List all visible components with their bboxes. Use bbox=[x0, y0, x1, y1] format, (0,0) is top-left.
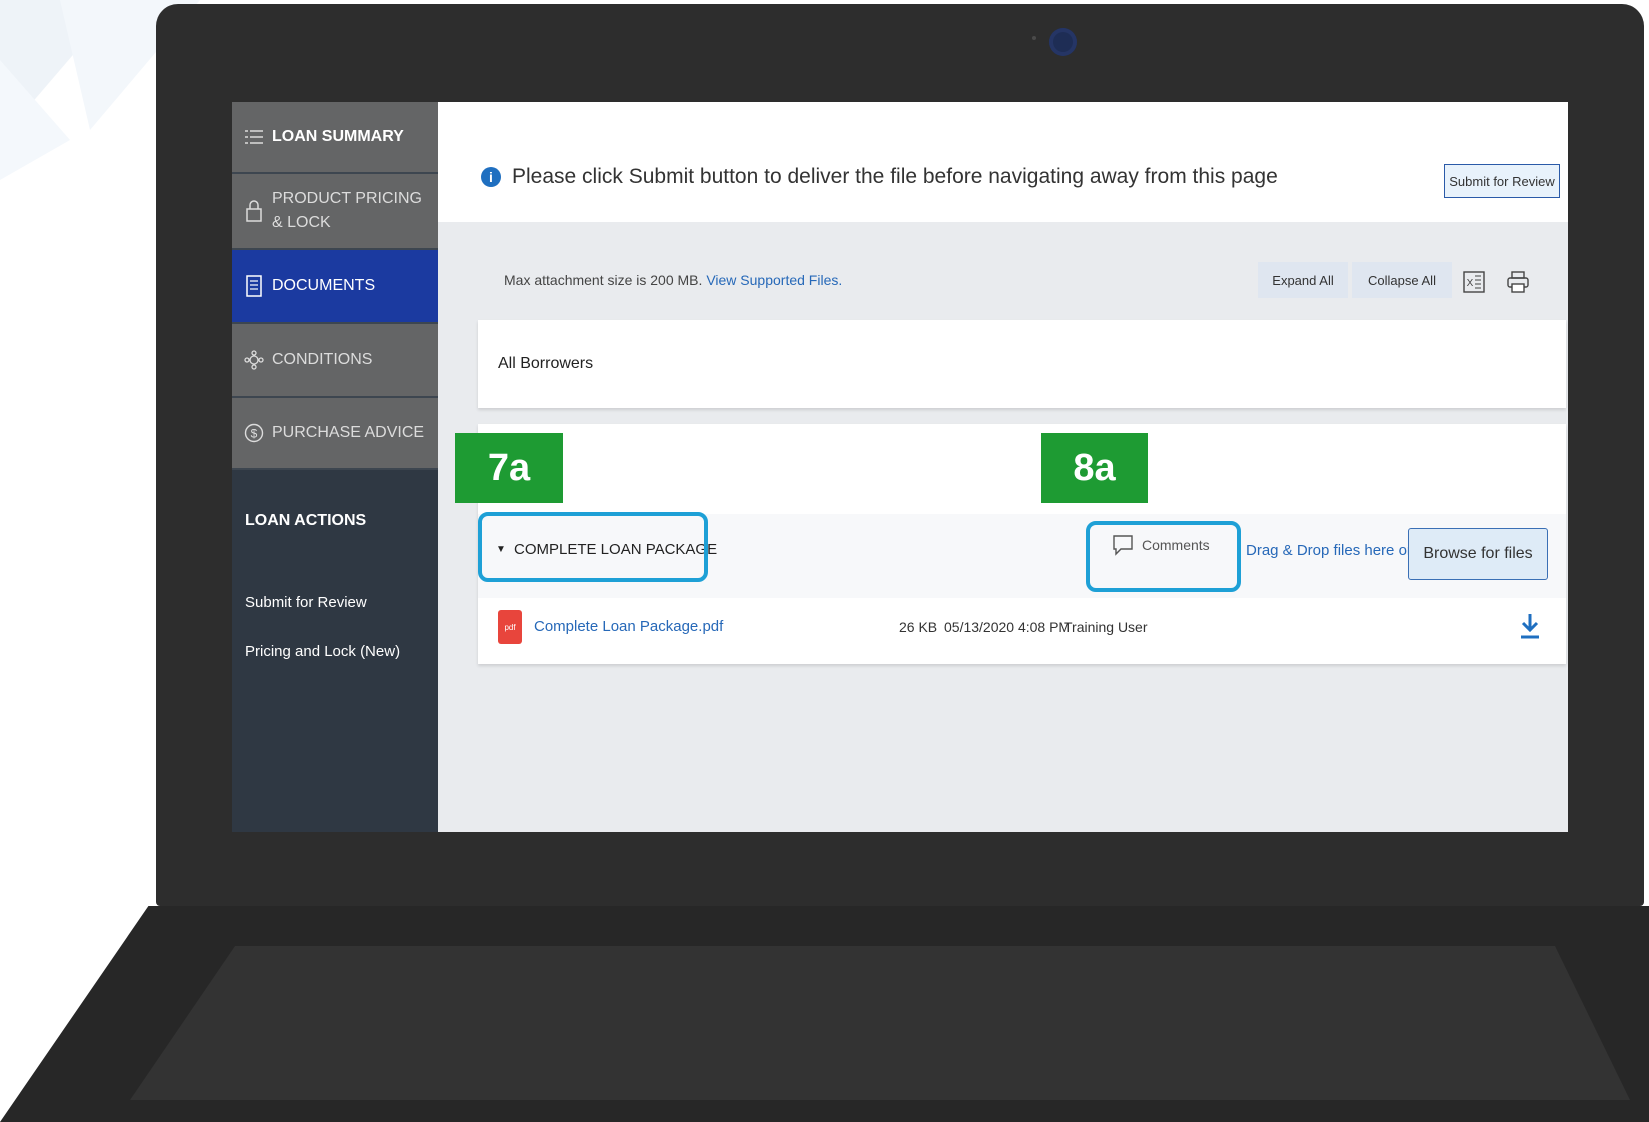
nav-loan-summary[interactable]: LOAN SUMMARY bbox=[232, 102, 438, 174]
borrowers-card[interactable]: All Borrowers bbox=[478, 320, 1566, 408]
loan-actions-title: LOAN ACTIONS bbox=[245, 512, 367, 529]
nav-label: LOAN SUMMARY bbox=[272, 128, 404, 145]
nav-label: DOCUMENTS bbox=[272, 277, 376, 294]
svg-text:X: X bbox=[1467, 278, 1474, 289]
dollar-icon: $ bbox=[244, 423, 264, 443]
notice-banner: i Please click Submit button to deliver … bbox=[438, 102, 1568, 222]
file-user: Training User bbox=[1064, 619, 1148, 635]
print-icon[interactable] bbox=[1506, 270, 1530, 294]
info-icon: i bbox=[481, 167, 501, 187]
max-size-text: Max attachment size is 200 MB. bbox=[504, 272, 703, 288]
camera-sensor bbox=[1032, 36, 1036, 40]
callout-box-8a bbox=[1086, 521, 1241, 592]
nav-label: PRODUCT PRICING & LOCK bbox=[272, 190, 422, 231]
attachment-info: Max attachment size is 200 MB. View Supp… bbox=[504, 272, 842, 288]
nav-label: CONDITIONS bbox=[272, 351, 373, 368]
nav-conditions[interactable]: CONDITIONS bbox=[232, 324, 438, 398]
svg-text:$: $ bbox=[251, 427, 258, 441]
submit-for-review-button[interactable]: Submit for Review bbox=[1444, 164, 1560, 198]
webcam bbox=[1049, 28, 1077, 56]
file-size: 26 KB bbox=[899, 619, 938, 635]
action-pricing-and-lock[interactable]: Pricing and Lock (New) bbox=[245, 643, 400, 660]
file-row: pdf Complete Loan Package.pdf 26 KB 05/1… bbox=[478, 598, 1566, 664]
collapse-all-button[interactable]: Collapse All bbox=[1352, 262, 1452, 298]
view-supported-files-link[interactable]: View Supported Files. bbox=[706, 272, 842, 288]
app-screen: LOAN SUMMARY PRODUCT PRICING & LOCK DOCU… bbox=[232, 102, 1568, 832]
file-name-link[interactable]: Complete Loan Package.pdf bbox=[534, 618, 723, 635]
laptop-keyboard-area bbox=[130, 946, 1630, 1100]
conditions-icon bbox=[244, 350, 264, 370]
sidebar: LOAN SUMMARY PRODUCT PRICING & LOCK DOCU… bbox=[232, 102, 438, 832]
list-icon bbox=[244, 127, 264, 147]
nav-purchase-advice[interactable]: $ PURCHASE ADVICE bbox=[232, 398, 438, 470]
pdf-icon: pdf bbox=[498, 610, 522, 644]
lock-icon bbox=[244, 200, 264, 222]
excel-icon[interactable]: X bbox=[1462, 270, 1486, 294]
callout-label-7a: 7a bbox=[455, 433, 563, 503]
file-date: 05/13/2020 4:08 PM bbox=[944, 619, 1071, 635]
borrowers-label: All Borrowers bbox=[498, 355, 594, 372]
expand-all-button[interactable]: Expand All bbox=[1258, 262, 1348, 298]
nav-product-pricing-lock[interactable]: PRODUCT PRICING & LOCK bbox=[232, 174, 438, 250]
download-icon[interactable] bbox=[1518, 612, 1542, 640]
drag-drop-text: Drag & Drop files here or bbox=[1246, 542, 1412, 559]
browse-for-files-button[interactable]: Browse for files bbox=[1408, 528, 1548, 580]
callout-box-7a bbox=[478, 512, 708, 582]
nav-label: PURCHASE ADVICE bbox=[272, 424, 425, 441]
banner-message: Please click Submit button to deliver th… bbox=[512, 165, 1278, 188]
main-content: i Please click Submit button to deliver … bbox=[438, 102, 1568, 832]
callout-label-8a: 8a bbox=[1041, 433, 1148, 503]
nav-documents[interactable]: DOCUMENTS bbox=[232, 250, 438, 324]
document-icon bbox=[244, 275, 264, 297]
action-submit-for-review[interactable]: Submit for Review bbox=[245, 594, 367, 611]
